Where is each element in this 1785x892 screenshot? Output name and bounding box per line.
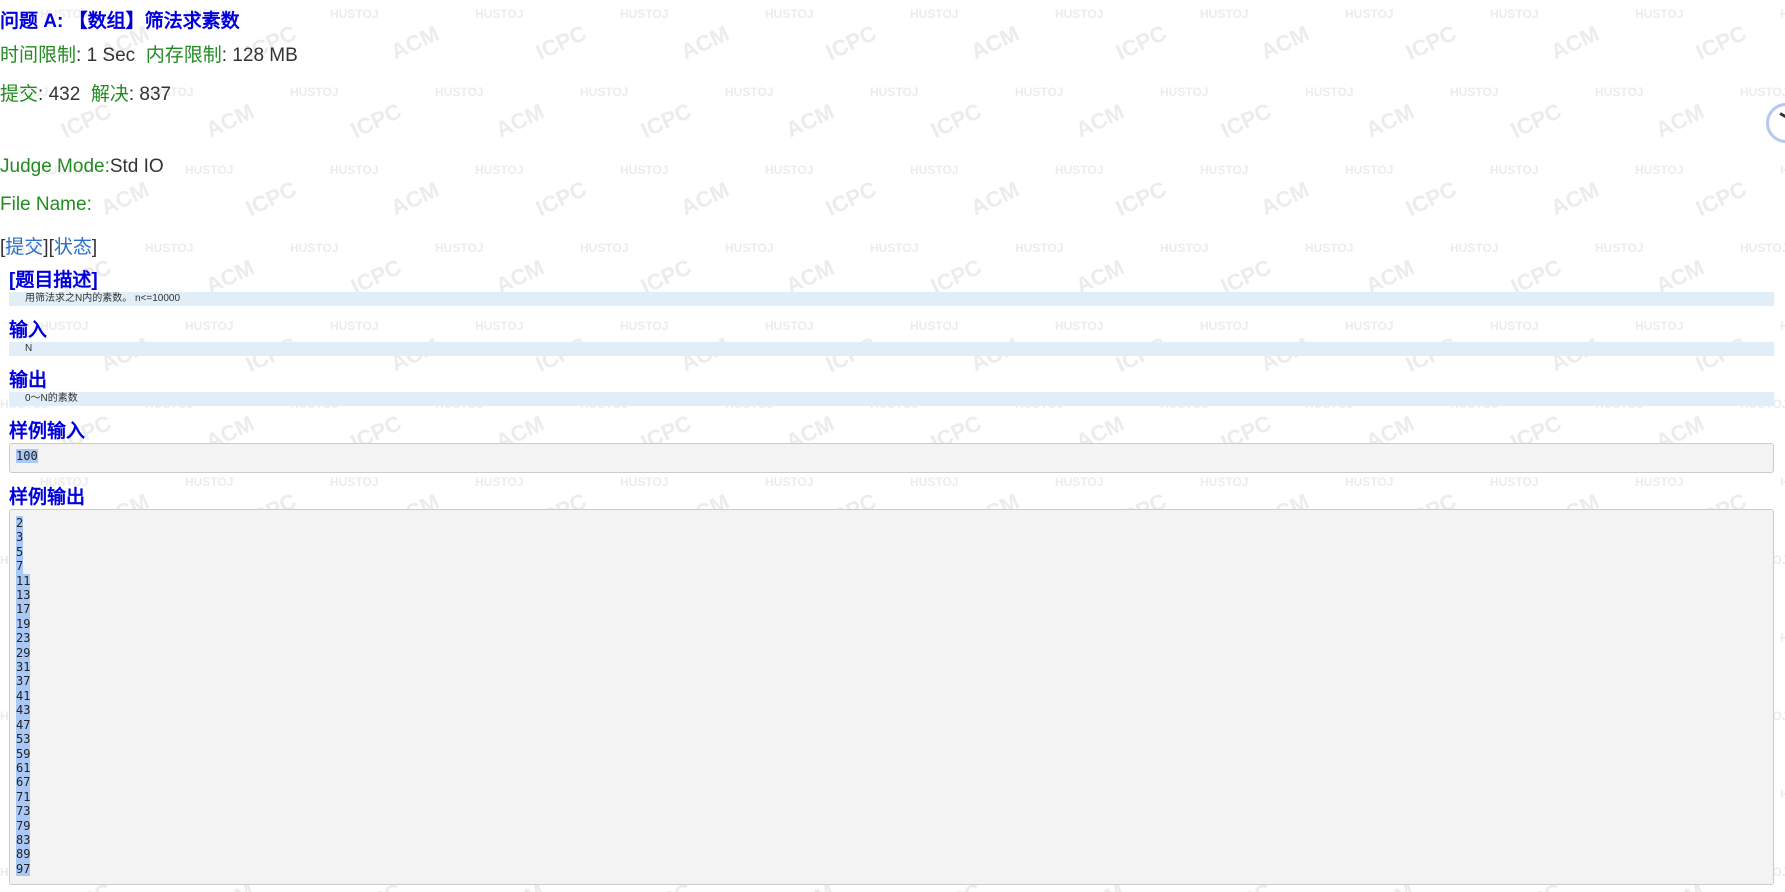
submit-count-value: : 432	[38, 84, 81, 105]
watermark-text: HUSTOJ	[1780, 319, 1785, 333]
sample-output-line: 67	[16, 775, 31, 790]
sample-output-line: 79	[16, 818, 31, 833]
bracket-close: ]	[91, 237, 98, 258]
sample-output-line: 19	[16, 616, 31, 632]
sample-output-line: 89	[16, 847, 31, 862]
watermark-text: HUSTOJ	[1345, 475, 1394, 489]
output-content: 0～N的素数	[9, 392, 1774, 406]
file-name-label: File Name:	[0, 194, 92, 215]
sample-output-line: 13	[16, 588, 31, 603]
sample-output-line: 23	[16, 631, 31, 646]
watermark-text: HUSTOJ	[1055, 319, 1104, 333]
sample-output-line: 11	[16, 573, 31, 589]
solved-count-value: : 837	[128, 84, 172, 105]
sample-output-box[interactable]: 2 3 5 7 11 13 17 19 23 29 31 37 41 43 47 53 59 61 67 71 73 79…	[9, 509, 1774, 885]
bracket-middle: ][	[43, 237, 54, 258]
status-link[interactable]: 状态	[54, 237, 92, 258]
watermark-text: HUSTOJ	[1635, 319, 1684, 333]
watermark-text: HUSTOJ	[765, 319, 814, 333]
sample-output-heading: 样例输出	[9, 487, 86, 508]
sample-output-line: 71	[16, 789, 31, 805]
watermark-text: HUSTOJ	[1780, 787, 1785, 801]
counts-line: 提交: 432 解决: 837	[0, 79, 1785, 106]
sample-input-heading: 样例输入	[9, 421, 86, 442]
action-links: [提交][状态]	[0, 232, 1785, 259]
sample-output-line: 83	[16, 832, 31, 848]
problem-title: 问题 A: 【数组】筛法求素数	[0, 11, 240, 32]
memory-limit-value: : 128 MB	[221, 45, 298, 66]
input-heading: 输入	[9, 320, 48, 341]
sample-output-line: 29	[16, 645, 31, 661]
sample-output-line: 41	[16, 688, 31, 704]
watermark-text: HUSTOJ	[1780, 631, 1785, 645]
time-limit-label: 时间限制	[0, 45, 77, 66]
judge-mode-line: Judge Mode:Std IO	[0, 156, 1785, 178]
watermark-text: HUSTOJ	[1200, 475, 1249, 489]
sample-output-line: 97	[16, 861, 31, 877]
submit-link[interactable]: 提交	[5, 237, 43, 258]
watermark-text: HUSTOJ	[620, 475, 669, 489]
watermark-text: HUSTOJ	[1490, 319, 1539, 333]
sample-output-line: 53	[16, 732, 31, 747]
sample-output-line: 47	[16, 717, 31, 733]
sample-input-box[interactable]: 100	[9, 443, 1774, 473]
limits-line: 时间限制: 1 Sec 内存限制: 128 MB	[0, 40, 1785, 67]
watermark-text: HUSTOJ	[185, 319, 234, 333]
watermark-text: HUSTOJ	[1055, 475, 1104, 489]
watermark-text: HUSTOJ	[1200, 319, 1249, 333]
sample-output-line: 2	[16, 516, 24, 531]
watermark-text: HUSTOJ	[1345, 319, 1394, 333]
sample-output-line: 61	[16, 760, 31, 776]
watermark-text: HUSTOJ	[620, 319, 669, 333]
sample-input-text: 100	[16, 449, 38, 464]
description-content: 用筛法求之N内的素数。 n<=10000	[9, 292, 1774, 306]
avatar-icon[interactable]	[1766, 103, 1785, 143]
watermark-text: HUSTOJ	[330, 319, 379, 333]
time-limit-value: : 1 Sec	[76, 45, 136, 66]
sample-output-line: 7	[16, 559, 24, 574]
memory-limit-label: 内存限制	[145, 45, 222, 66]
description-heading: [题目描述]	[9, 270, 98, 291]
output-heading: 输出	[9, 370, 48, 391]
watermark-text: HUSTOJ	[185, 475, 234, 489]
input-content: N	[9, 342, 1774, 356]
sample-output-line: 5	[16, 544, 24, 560]
judge-mode-value: Std IO	[109, 156, 164, 177]
sample-output-line: 17	[16, 602, 31, 617]
file-name-line: File Name:	[0, 194, 1785, 216]
watermark-text: HUSTOJ	[1780, 475, 1785, 489]
sample-output-line: 73	[16, 804, 31, 819]
sample-output-line: 31	[16, 660, 31, 675]
sample-output-line: 43	[16, 703, 31, 718]
judge-mode-label: Judge Mode:	[0, 156, 110, 177]
watermark-text: HUSTOJ	[765, 475, 814, 489]
watermark-text: HUSTOJ	[475, 475, 524, 489]
watermark-text: HUSTOJ	[910, 475, 959, 489]
sample-output-line: 3	[16, 530, 24, 545]
watermark-text: HUSTOJ	[475, 319, 524, 333]
watermark-text: HUSTOJ	[1635, 475, 1684, 489]
submit-count-label: 提交	[0, 84, 39, 105]
watermark-text: HUSTOJ	[1490, 475, 1539, 489]
watermark-text: HUSTOJ	[910, 319, 959, 333]
watermark-text: HUSTOJ	[330, 475, 379, 489]
solved-count-label: 解决	[90, 84, 129, 105]
watermark-text: HUSTOJ	[40, 319, 89, 333]
sample-output-line: 37	[16, 674, 31, 689]
sample-output-line: 59	[16, 746, 31, 761]
